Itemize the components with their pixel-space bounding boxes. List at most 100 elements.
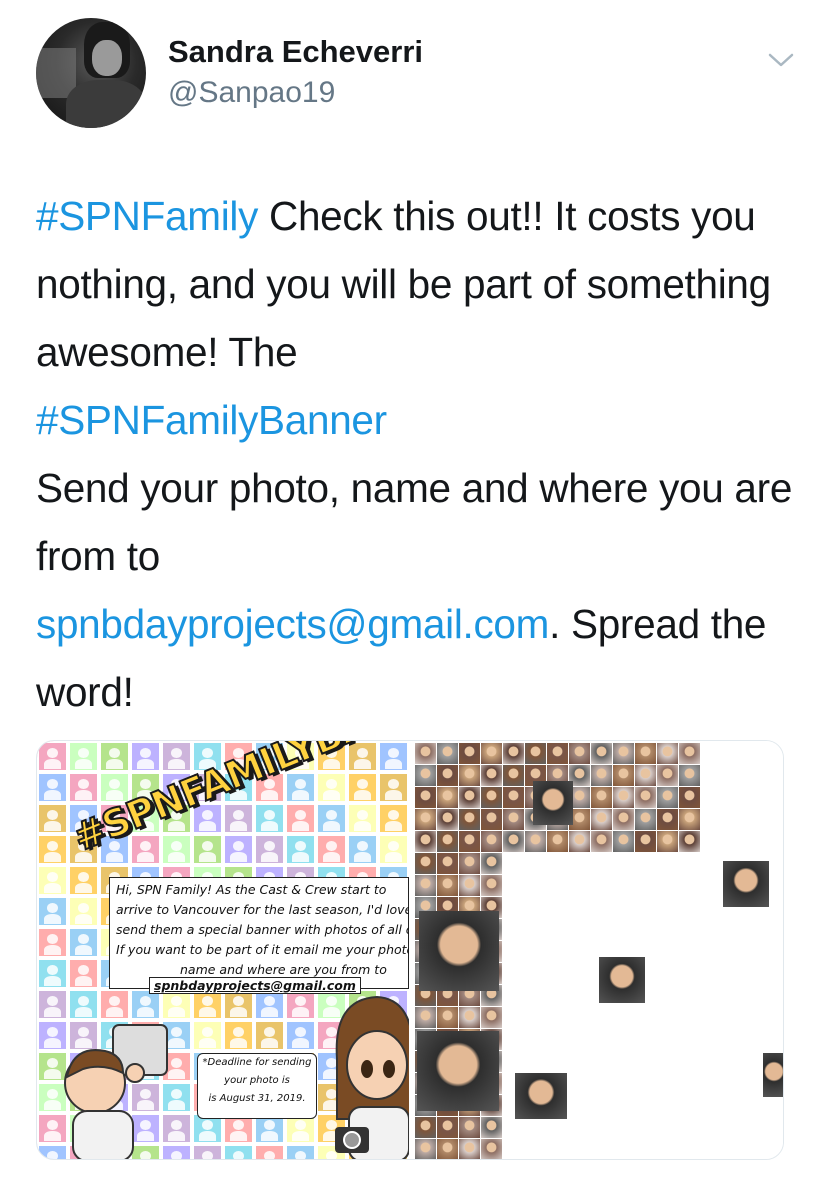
collage-photo [635, 765, 656, 786]
collage-photo [635, 831, 656, 852]
user-avatar[interactable] [36, 18, 146, 128]
collage-photo [635, 743, 656, 764]
avatar-placeholder-tile [254, 803, 285, 834]
collage-photo [525, 831, 546, 852]
avatar-shirt [66, 80, 146, 128]
avatar-placeholder-tile [192, 1020, 223, 1051]
banner-message-line: Hi, SPN Family! As the Cast & Crew start… [116, 882, 387, 897]
collage-photo [415, 1117, 436, 1138]
collage-photo [481, 1007, 502, 1028]
deadline-line: is August 31, 2019. [208, 1093, 306, 1104]
collage-photo [525, 743, 546, 764]
tweet-text: #SPNFamily Check this out!! It costs you… [36, 182, 796, 726]
avatar-placeholder-tile [37, 803, 68, 834]
avatar-placeholder-tile [378, 803, 409, 834]
collage-photo [459, 1117, 480, 1138]
avatar-placeholder-tile [254, 1020, 285, 1051]
user-handle[interactable]: @Sanpao19 [168, 76, 335, 110]
tweet-media: #SPNFAMILYBANNE Hi, SPN Family! As the C… [36, 740, 784, 1160]
collage-photo [481, 853, 502, 874]
collage-photo [503, 743, 524, 764]
collage-photo [613, 787, 634, 808]
hashtag-link[interactable]: #SPNFamily [36, 193, 258, 239]
media-image-banner[interactable]: #SPNFAMILYBANNE Hi, SPN Family! As the C… [37, 741, 409, 1159]
avatar-placeholder-tile [37, 834, 68, 865]
collage-photo [591, 765, 612, 786]
collage-photo [657, 765, 678, 786]
avatar-placeholder-tile [37, 896, 68, 927]
avatar-placeholder-tile [347, 803, 378, 834]
avatar-placeholder-tile [316, 772, 347, 803]
collage-photo [437, 1139, 458, 1159]
collage-photo [679, 831, 700, 852]
avatar-face [92, 40, 122, 76]
avatar-placeholder-tile [130, 741, 161, 772]
collage-photo [547, 831, 568, 852]
collage-photo [613, 743, 634, 764]
avatar-placeholder-tile [68, 896, 99, 927]
avatar-placeholder-tile [223, 1144, 254, 1159]
collage-photo [459, 809, 480, 830]
chevron-down-icon[interactable] [766, 48, 796, 72]
avatar-placeholder-tile [99, 741, 130, 772]
avatar-placeholder-tile [223, 834, 254, 865]
collage-photo [503, 765, 524, 786]
collage-photo [547, 743, 568, 764]
collage-photo [657, 743, 678, 764]
avatar-placeholder-tile [68, 741, 99, 772]
collage-photo [415, 1139, 436, 1159]
collage-photo [459, 1139, 480, 1159]
featured-photo [763, 1053, 783, 1097]
avatar-placeholder-tile [37, 741, 68, 772]
cartoon-girl-illustration [335, 995, 409, 1159]
collage-photo [657, 831, 678, 852]
avatar-placeholder-tile [378, 772, 409, 803]
collage-photo [481, 831, 502, 852]
avatar-placeholder-tile [347, 834, 378, 865]
tweet-header: Sandra Echeverri @Sanpao19 [36, 18, 796, 128]
avatar-placeholder-tile [285, 1020, 316, 1051]
avatar-placeholder-tile [285, 1144, 316, 1159]
featured-photo [417, 1031, 499, 1111]
collage-photo [481, 765, 502, 786]
collage-photo [415, 1007, 436, 1028]
collage-photo [481, 743, 502, 764]
hashtag-link[interactable]: #SPNFamilyBanner [36, 397, 387, 443]
collage-photo [459, 831, 480, 852]
collage-photo [415, 831, 436, 852]
avatar-placeholder-tile [68, 865, 99, 896]
collage-photo [657, 787, 678, 808]
collage-photo [459, 743, 480, 764]
collage-photo [481, 809, 502, 830]
collage-photo [415, 809, 436, 830]
avatar-placeholder-tile [254, 1144, 285, 1159]
media-image-collage[interactable] [413, 741, 783, 1159]
deadline-line: your photo is [224, 1075, 290, 1086]
avatar-placeholder-tile [37, 772, 68, 803]
collage-photo [503, 831, 524, 852]
collage-photo [437, 743, 458, 764]
collage-photo [679, 743, 700, 764]
collage-photo [613, 809, 634, 830]
collage-photo [657, 809, 678, 830]
avatar-placeholder-tile [37, 958, 68, 989]
collage-photo [437, 787, 458, 808]
collage-photo [437, 1117, 458, 1138]
avatar-placeholder-tile [68, 958, 99, 989]
avatar-placeholder-tile [37, 927, 68, 958]
email-link[interactable]: spnbdayprojects@gmail.com [36, 601, 549, 647]
collage-photo [415, 743, 436, 764]
deadline-note: *Deadline for sending your photo is is A… [197, 1053, 317, 1119]
collage-photo [503, 787, 524, 808]
avatar-placeholder-tile [223, 1020, 254, 1051]
collage-photo [591, 743, 612, 764]
collage-photo [481, 1117, 502, 1138]
featured-photo [419, 911, 499, 991]
avatar-placeholder-tile [316, 803, 347, 834]
avatar-placeholder-tile [285, 803, 316, 834]
avatar-placeholder-tile [68, 772, 99, 803]
display-name[interactable]: Sandra Echeverri [168, 34, 423, 70]
banner-message-line: name and where are you from to [180, 962, 387, 977]
collage-photo [679, 809, 700, 830]
avatar-placeholder-tile [254, 834, 285, 865]
